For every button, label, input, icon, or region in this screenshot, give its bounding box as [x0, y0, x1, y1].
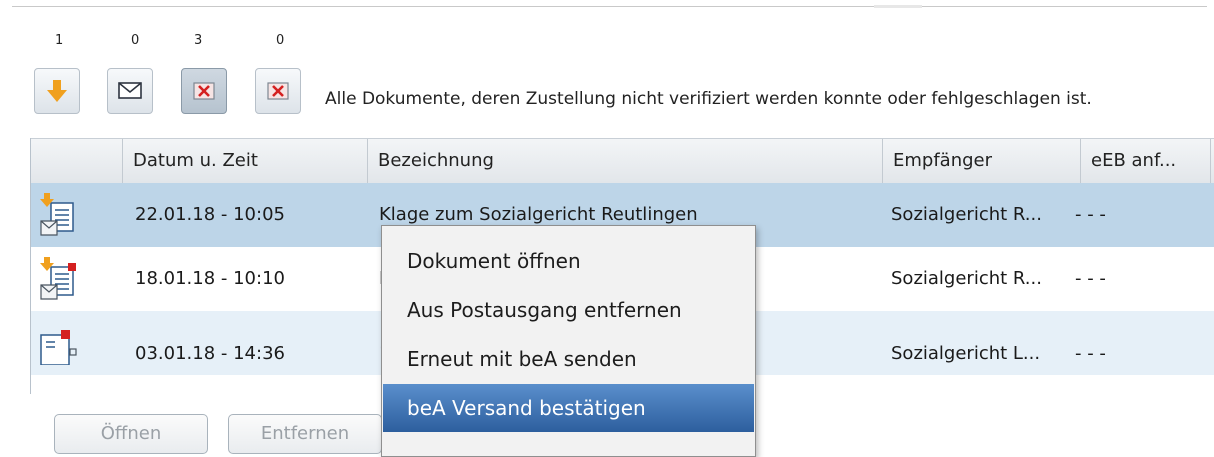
column-header-icon[interactable] — [31, 139, 123, 183]
column-header-date[interactable]: Datum u. Zeit — [123, 139, 368, 183]
document-error-icon — [40, 330, 77, 365]
filter-description: Alle Dokumente, deren Zustellung nicht v… — [325, 89, 1092, 109]
row-eeb: - - - — [1075, 204, 1106, 225]
filter-unverified-button[interactable] — [181, 68, 227, 114]
outgoing-document-icon — [40, 193, 74, 236]
menu-item-resend-bea[interactable]: Erneut mit beA senden — [383, 335, 754, 383]
table-header: Datum u. Zeit Bezeichnung Empfänger eEB … — [31, 138, 1214, 184]
error-x-icon — [267, 82, 289, 100]
column-header-recipient[interactable]: Empfänger — [883, 139, 1081, 183]
envelope-icon — [118, 82, 142, 99]
filter-sent-button[interactable] — [107, 68, 153, 114]
context-menu: Dokument öffnen Aus Postausgang entferne… — [381, 225, 756, 457]
column-header-eeb[interactable]: eEB anf... — [1081, 139, 1211, 183]
row-date: 22.01.18 - 10:05 — [135, 204, 285, 225]
outgoing-document-error-icon — [40, 257, 76, 300]
menu-item-open-document[interactable]: Dokument öffnen — [383, 237, 754, 285]
row-recipient: Sozialgericht R... — [891, 268, 1042, 289]
filter-pending-button[interactable] — [34, 68, 80, 114]
row-recipient: Sozialgericht L... — [891, 343, 1041, 364]
row-eeb: - - - — [1075, 268, 1106, 289]
open-button[interactable]: Öffnen — [54, 414, 208, 454]
row-date: 18.01.18 - 10:10 — [135, 268, 285, 289]
row-recipient: Sozialgericht R... — [891, 204, 1042, 225]
error-x-icon — [193, 82, 215, 100]
menu-item-remove-from-outbox[interactable]: Aus Postausgang entfernen — [383, 286, 754, 334]
row-eeb: - - - — [1075, 343, 1106, 364]
filter-count-pending: 1 — [55, 33, 64, 48]
splitter-handle[interactable] — [874, 5, 922, 8]
filter-failed-button[interactable] — [255, 68, 301, 114]
remove-button[interactable]: Entfernen — [228, 414, 382, 454]
row-date: 03.01.18 - 14:36 — [135, 343, 285, 364]
filter-count-unverified: 3 — [194, 33, 203, 48]
arrow-down-icon — [47, 80, 67, 102]
filter-count-sent: 0 — [131, 33, 140, 48]
top-divider — [12, 5, 1207, 8]
column-header-title[interactable]: Bezeichnung — [368, 139, 883, 183]
menu-item-confirm-bea-dispatch[interactable]: beA Versand bestätigen — [383, 384, 754, 432]
filter-count-failed: 0 — [276, 33, 285, 48]
